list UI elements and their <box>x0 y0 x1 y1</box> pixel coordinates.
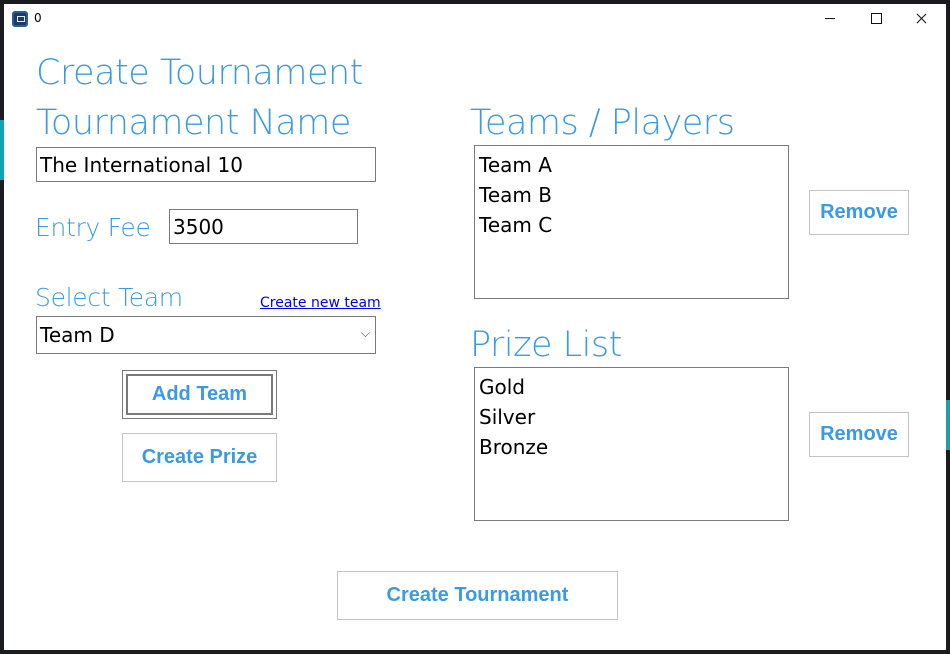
prize-list-label: Prize List <box>470 325 622 365</box>
maximize-button[interactable] <box>853 4 899 34</box>
window-title: 0 <box>34 11 42 25</box>
create-tournament-button-label: Create Tournament <box>386 584 569 606</box>
minimize-button[interactable] <box>807 4 853 34</box>
entry-fee-input[interactable] <box>169 209 358 244</box>
title-bar: 0 <box>4 4 946 34</box>
list-item[interactable]: Team A <box>479 150 788 180</box>
remove-prize-button-label: Remove <box>820 423 898 445</box>
chevron-down-icon: ⌵ <box>360 326 370 340</box>
list-item[interactable]: Bronze <box>479 432 788 462</box>
tournament-name-input[interactable] <box>36 147 376 182</box>
remove-prize-button[interactable]: Remove <box>809 412 909 457</box>
tournament-name-label: Tournament Name <box>36 103 351 143</box>
team-select-value: Team D <box>40 323 115 347</box>
list-item[interactable]: Gold <box>479 372 788 402</box>
background-accent-right <box>946 400 950 450</box>
list-item[interactable]: Team C <box>479 210 788 240</box>
list-item[interactable]: Silver <box>479 402 788 432</box>
select-team-label: Select Team <box>35 283 183 312</box>
add-team-button[interactable]: Add Team <box>122 370 277 419</box>
app-window: 0 Create Tournament Tournament Name Entr… <box>4 4 946 650</box>
page-title: Create Tournament <box>36 53 363 93</box>
create-tournament-button[interactable]: Create Tournament <box>337 571 618 620</box>
team-select[interactable]: Team D ⌵ <box>36 316 376 354</box>
close-button[interactable] <box>899 4 945 34</box>
teams-players-label: Teams / Players <box>470 103 735 143</box>
entry-fee-label: Entry Fee <box>35 213 151 242</box>
create-prize-button[interactable]: Create Prize <box>122 433 277 482</box>
app-icon <box>12 11 28 27</box>
list-item[interactable]: Team B <box>479 180 788 210</box>
create-prize-button-label: Create Prize <box>141 446 258 468</box>
add-team-button-label: Add Team <box>151 383 248 405</box>
remove-team-button[interactable]: Remove <box>809 190 909 235</box>
remove-team-button-label: Remove <box>820 201 898 223</box>
teams-list[interactable]: Team A Team B Team C <box>474 145 789 299</box>
create-new-team-link[interactable]: Create new team <box>260 295 381 311</box>
prizes-list[interactable]: Gold Silver Bronze <box>474 367 789 521</box>
